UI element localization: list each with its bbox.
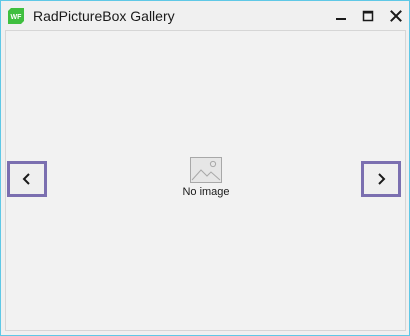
- image-placeholder-icon: [190, 157, 222, 183]
- title-bar[interactable]: WF RadPictureBox Gallery: [1, 1, 409, 31]
- picture-box: No image: [5, 30, 406, 331]
- no-image-label: No image: [182, 186, 230, 198]
- svg-text:WF: WF: [11, 14, 23, 21]
- maximize-button[interactable]: [353, 1, 383, 31]
- window-title: RadPictureBox Gallery: [33, 8, 175, 24]
- maximize-icon: [362, 10, 374, 22]
- minimize-button[interactable]: [326, 1, 356, 31]
- empty-state: No image: [156, 157, 256, 198]
- close-icon: [390, 10, 402, 22]
- chevron-right-icon: [378, 173, 386, 185]
- close-button[interactable]: [381, 1, 410, 31]
- minimize-icon: [336, 18, 346, 20]
- app-window: WF RadPictureBox Gallery No image: [0, 0, 410, 336]
- previous-image-button[interactable]: [7, 161, 47, 197]
- next-image-button[interactable]: [361, 161, 401, 197]
- chevron-left-icon: [22, 173, 30, 185]
- app-icon: WF: [8, 8, 24, 24]
